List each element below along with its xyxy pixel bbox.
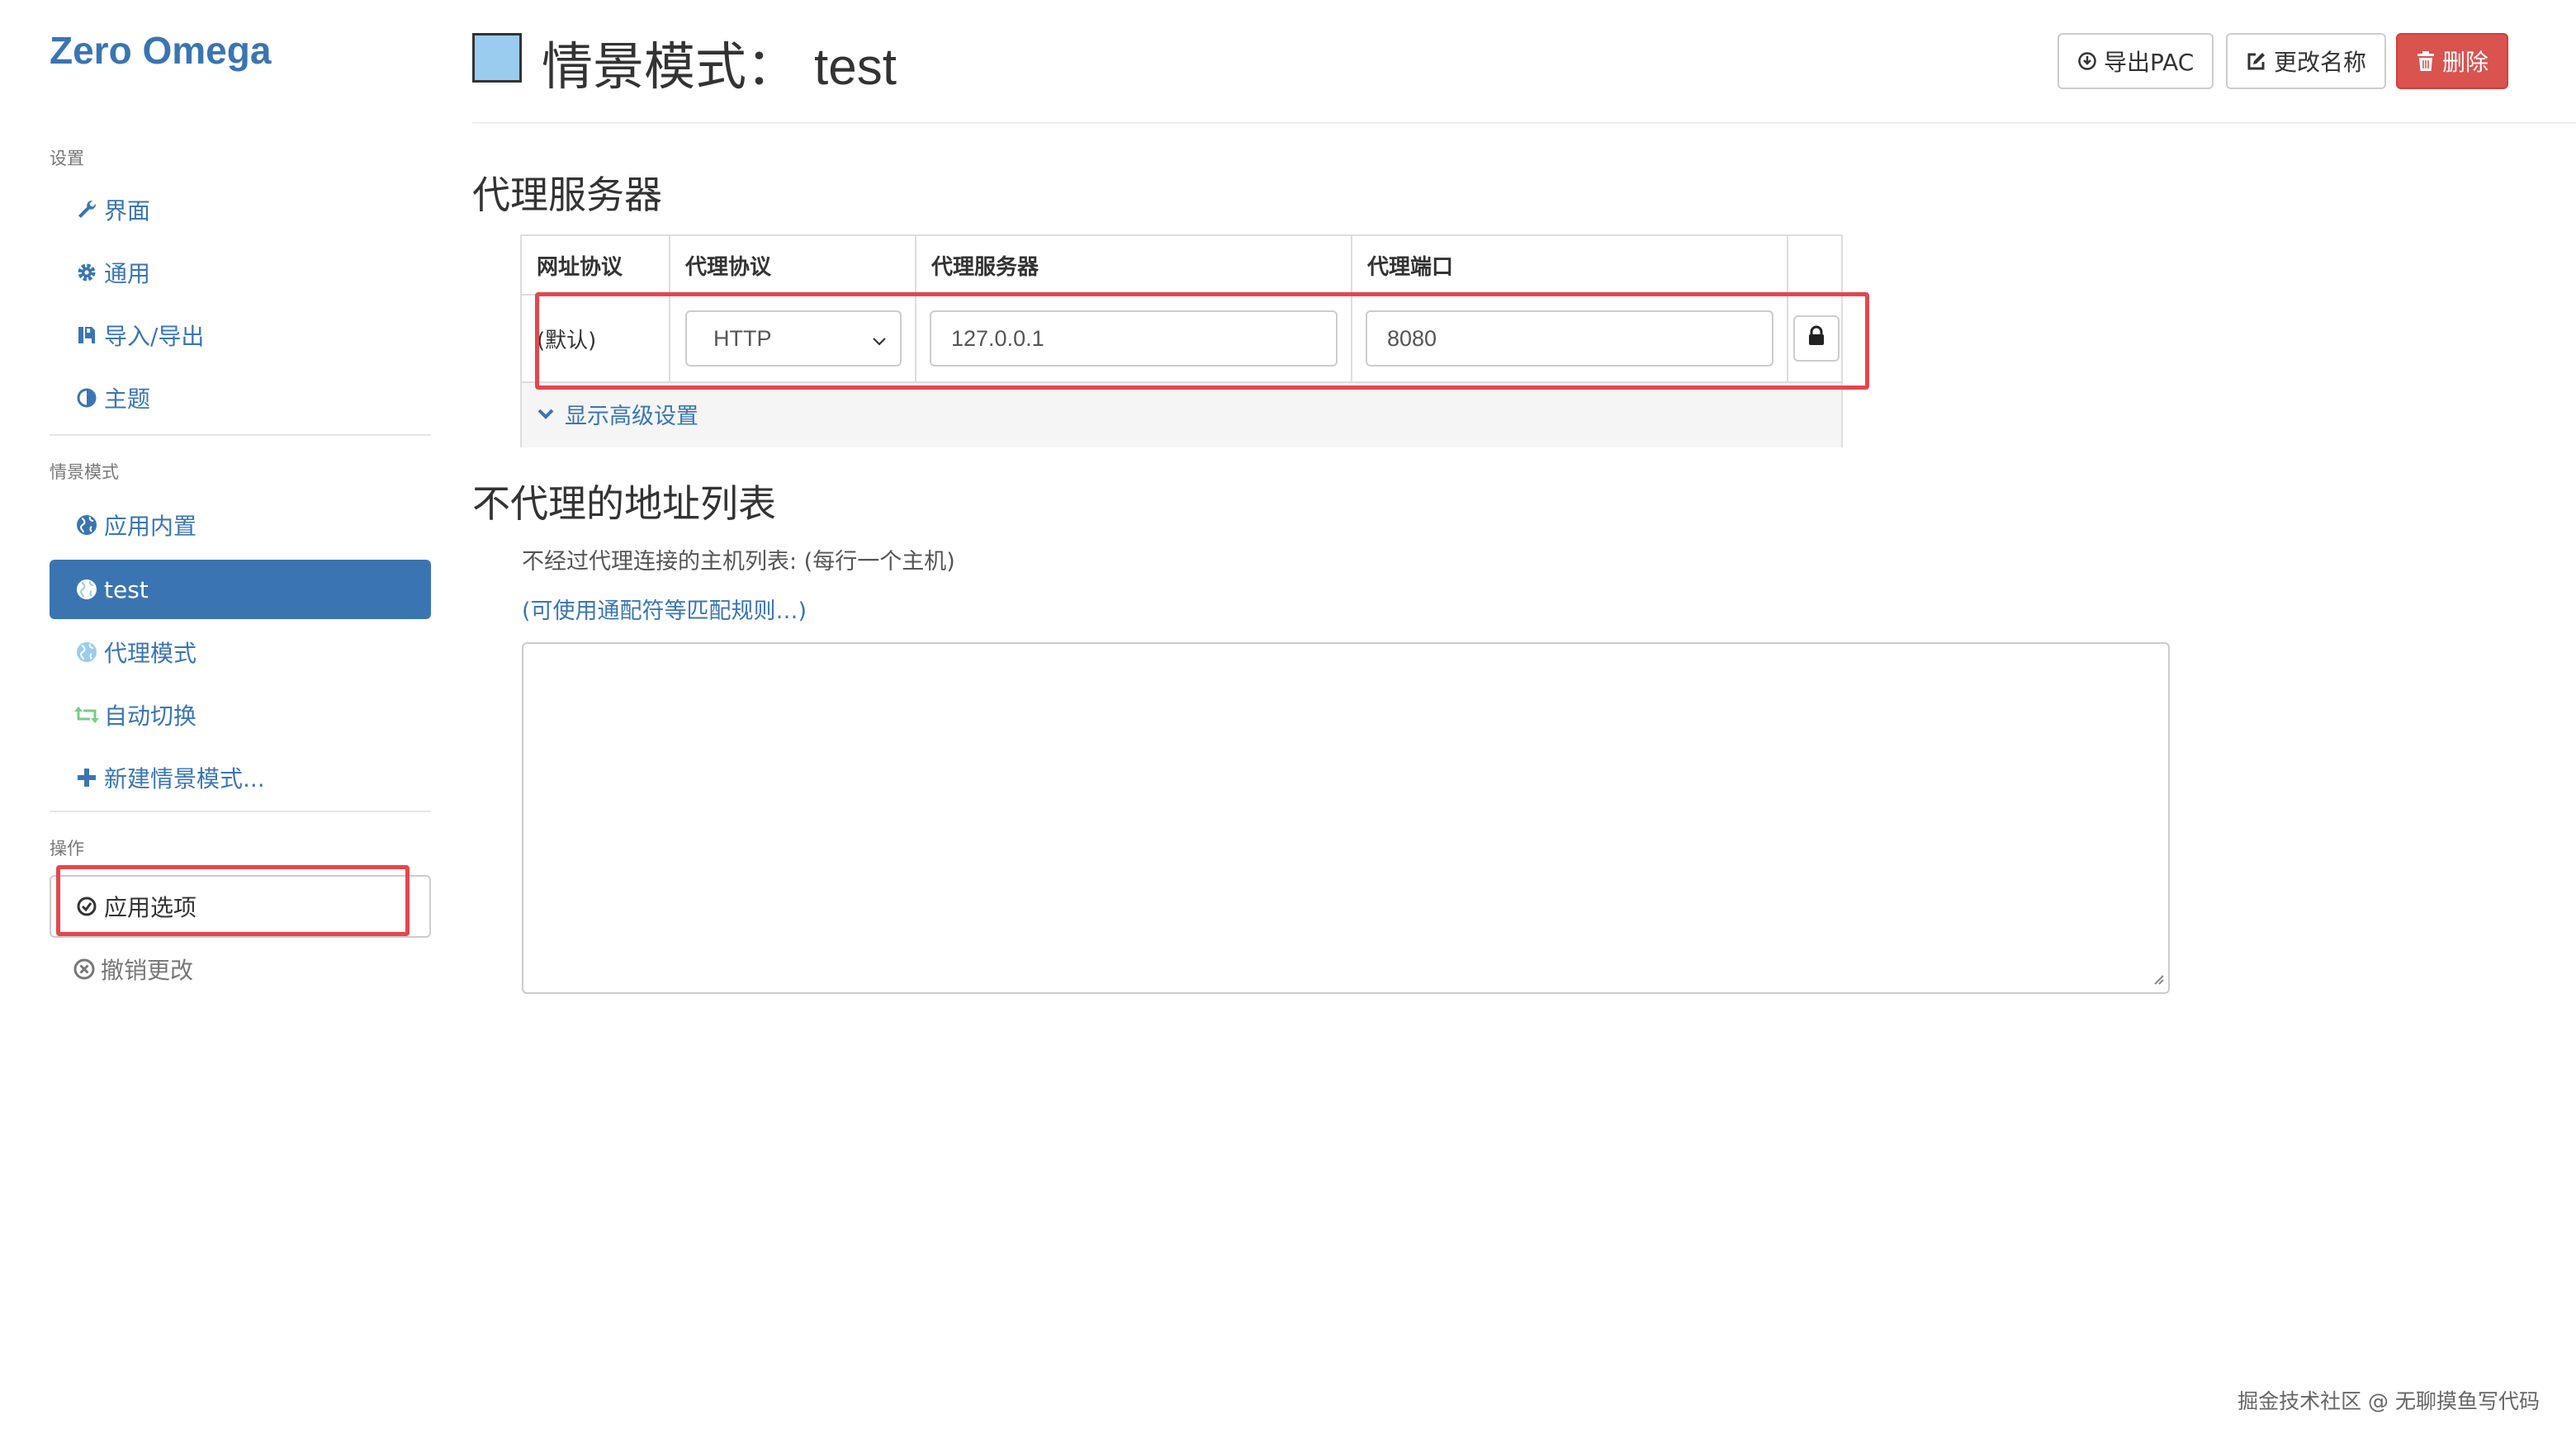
proxy-table: 网址协议 代理协议 代理服务器 代理端口 (默认) HTTP 127.0.0.1… [520,234,1843,447]
settings-header: 设置 [50,149,84,168]
sidebar-item-label: 通用 [104,260,151,287]
apply-options-button[interactable]: 应用选项 [50,875,431,938]
proxy-server-value: 127.0.0.1 [951,325,1044,351]
bypass-section-title: 不代理的地址列表 [472,481,776,526]
wrench-icon [73,199,101,220]
page-header: 情景模式： test 导出PAC 更改名称 删除 [472,0,2576,124]
column-header-empty [1788,236,1843,294]
sidebar-item-test[interactable]: test [50,560,431,619]
chevron-down-icon [537,407,555,422]
proxy-port-value: 8080 [1387,325,1437,351]
actions-header: 操作 [50,839,84,859]
proxy-port-input[interactable]: 8080 [1366,310,1773,367]
sidebar-item-interface[interactable]: 界面 [50,180,431,239]
sidebar-item-theme[interactable]: 主题 [50,368,431,428]
scheme-cell: (默认) [522,296,670,381]
sidebar-item-new-profile[interactable]: 新建情景模式... [50,748,431,807]
trash-icon [2416,50,2436,72]
sidebar-item-auto-switch[interactable]: 自动切换 [50,685,431,745]
delete-label: 删除 [2442,49,2489,76]
apply-options-label: 应用选项 [104,894,197,921]
retweet-icon [73,704,101,726]
edit-icon [2246,50,2267,72]
column-header-scheme: 网址协议 [522,236,670,294]
discard-changes-label: 撤销更改 [101,957,194,984]
table-footer-row: 显示高级设置 [522,383,1841,447]
show-advanced-label: 显示高级设置 [565,404,698,429]
sidebar-item-proxy-mode[interactable]: 代理模式 [50,622,431,682]
x-circle-icon [73,958,96,981]
profile-name: test [814,39,897,96]
column-header-protocol: 代理协议 [670,236,916,294]
options-page: Zero Omega 设置 界面 通用 导入/导出 主题 情景模式 应用内置 t… [0,0,2576,1438]
table-header-row: 网址协议 代理协议 代理服务器 代理端口 [522,236,1841,296]
sidebar-item-label: 界面 [104,197,151,225]
server-cell: 127.0.0.1 [916,296,1352,381]
port-cell: 8080 [1352,296,1788,381]
protocol-select[interactable]: HTTP [685,310,902,367]
proxy-server-input[interactable]: 127.0.0.1 [930,310,1338,367]
bypass-list-textarea[interactable] [522,642,2170,994]
globe-icon [73,578,101,601]
globe-icon [73,641,101,664]
nav-divider [50,434,431,436]
sidebar-item-label: 主题 [104,386,151,413]
contrast-icon [73,387,101,409]
export-pac-label: 导出PAC [2104,49,2195,76]
sidebar: Zero Omega 设置 界面 通用 导入/导出 主题 情景模式 应用内置 t… [50,0,433,1438]
brand-title: Zero Omega [50,29,272,72]
column-header-server: 代理服务器 [916,236,1352,294]
rename-label: 更改名称 [2274,49,2367,76]
check-circle-icon [76,896,97,917]
proxy-section-title: 代理服务器 [472,173,662,217]
delete-button[interactable]: 删除 [2396,33,2509,89]
lock-icon [1807,325,1825,352]
page-title: 情景模式： test [542,25,897,99]
sidebar-item-label: test [104,575,149,603]
sidebar-item-label: 自动切换 [104,702,197,730]
export-pac-button[interactable]: 导出PAC [2057,33,2214,89]
wildcard-rules-link[interactable]: (可使用通配符等匹配规则…) [522,593,807,625]
auth-cell [1788,296,1843,381]
sidebar-item-builtin[interactable]: 应用内置 [50,495,431,555]
sidebar-item-general[interactable]: 通用 [50,243,431,302]
watermark: 掘金技术社区 @ 无聊摸鱼写代码 [2237,1389,2540,1413]
chevron-down-icon [870,330,888,356]
sidebar-item-label: 应用内置 [104,513,197,540]
page-title-prefix: 情景模式： [542,36,798,97]
sidebar-item-label: 导入/导出 [104,323,205,350]
rename-button[interactable]: 更改名称 [2226,33,2387,89]
scheme-value: (默认) [537,328,597,353]
discard-changes-button[interactable]: 撤销更改 [50,939,431,999]
profiles-header: 情景模式 [50,462,119,482]
sidebar-item-label: 代理模式 [104,640,197,667]
bypass-help-text: 不经过代理连接的主机列表: (每行一个主机) [522,549,955,575]
auth-lock-button[interactable] [1793,315,1840,362]
gear-icon [73,262,101,283]
protocol-cell: HTTP [670,296,916,381]
import-export-icon [73,324,101,346]
table-row: (默认) HTTP 127.0.0.1 8080 [522,296,1841,383]
protocol-select-value: HTTP [713,325,772,351]
sidebar-item-import-export[interactable]: 导入/导出 [50,305,431,365]
download-circle-icon [2077,51,2097,71]
resize-grip-icon[interactable] [2150,971,2165,989]
plus-icon [73,767,101,788]
show-advanced-link[interactable]: 显示高级设置 [537,398,698,430]
profile-color-swatch[interactable] [472,33,522,83]
globe-icon [73,513,101,537]
sidebar-item-label: 新建情景模式... [104,765,265,792]
nav-divider [50,811,431,812]
column-header-port: 代理端口 [1352,236,1788,294]
